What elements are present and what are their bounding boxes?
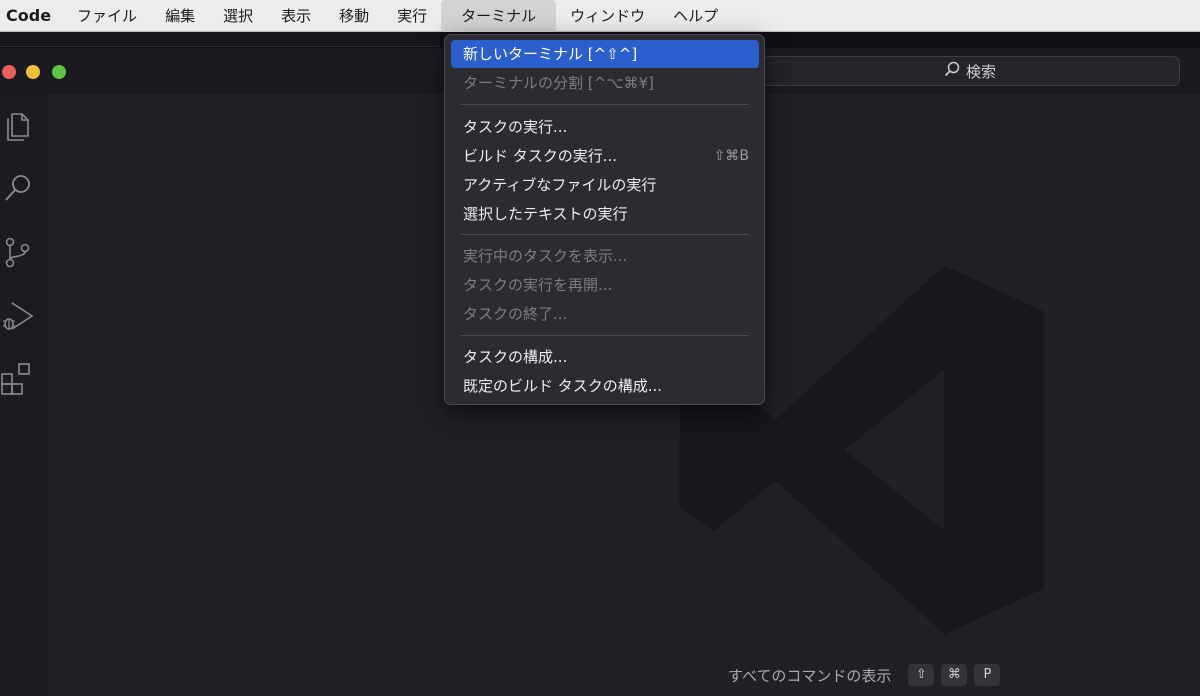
background-window-strip bbox=[0, 32, 440, 47]
window-maximize-button[interactable] bbox=[52, 65, 66, 79]
window-close-button[interactable] bbox=[2, 65, 16, 79]
menu-item-configure-tasks[interactable]: タスクの構成... bbox=[451, 343, 759, 371]
menu-file[interactable]: ファイル bbox=[63, 0, 151, 32]
command-center-label: 検索 bbox=[965, 62, 996, 81]
activity-bar bbox=[0, 94, 49, 696]
menu-separator bbox=[461, 335, 749, 336]
search-icon bbox=[944, 61, 960, 81]
menu-item-label: アクティブなファイルの実行 bbox=[463, 176, 657, 194]
menu-item-label: タスクの実行を再開... bbox=[463, 276, 613, 294]
menu-item-split-terminal: ターミナルの分割 [^⌥⌘¥] bbox=[451, 69, 759, 97]
menu-separator bbox=[461, 234, 749, 235]
menu-edit[interactable]: 編集 bbox=[151, 0, 209, 32]
menu-item-configure-default-build-task[interactable]: 既定のビルド タスクの構成... bbox=[451, 372, 759, 400]
menu-item-shortcut: ⇧⌘B bbox=[713, 148, 749, 164]
window-minimize-button[interactable] bbox=[26, 65, 40, 79]
shift-key-badge: ⇧ bbox=[908, 664, 935, 686]
menu-item-terminate-task: タスクの終了... bbox=[451, 300, 759, 328]
search-icon[interactable] bbox=[0, 170, 36, 206]
menu-item-label: 既定のビルド タスクの構成... bbox=[463, 377, 663, 395]
menu-item-restart-task: タスクの実行を再開... bbox=[451, 271, 759, 299]
menu-separator bbox=[461, 104, 749, 105]
hint-label: すべてのコマンドの表示 bbox=[728, 666, 892, 685]
menu-item-label: 選択したテキストの実行 bbox=[463, 205, 628, 223]
menu-go[interactable]: 移動 bbox=[325, 0, 383, 32]
menu-terminal[interactable]: ターミナル bbox=[441, 0, 557, 32]
menu-item-label: タスクの実行... bbox=[463, 118, 568, 136]
menu-selection[interactable]: 選択 bbox=[209, 0, 267, 32]
menu-item-label: タスクの終了... bbox=[463, 305, 568, 323]
menu-item-label: ターミナルの分割 [^⌥⌘¥] bbox=[463, 74, 654, 92]
command-key-badge: ⌘ bbox=[941, 664, 968, 686]
menu-window[interactable]: ウィンドウ bbox=[556, 0, 659, 32]
menu-item-label: タスクの構成... bbox=[463, 348, 568, 366]
menu-run[interactable]: 実行 bbox=[383, 0, 441, 32]
menu-help[interactable]: ヘルプ bbox=[659, 0, 732, 32]
menu-item-run-task[interactable]: タスクの実行... bbox=[451, 113, 759, 141]
menu-item-label: ビルド タスクの実行... bbox=[463, 147, 618, 165]
run-debug-icon[interactable] bbox=[0, 298, 36, 334]
menu-item-label: 実行中のタスクを表示... bbox=[463, 247, 628, 265]
menu-view[interactable]: 表示 bbox=[267, 0, 325, 32]
menu-item-label: 新しいターミナル [^⇧^] bbox=[463, 45, 638, 63]
terminal-menu-dropdown: 新しいターミナル [^⇧^] ターミナルの分割 [^⌥⌘¥] タスクの実行...… bbox=[444, 34, 765, 405]
p-key-badge: P bbox=[974, 664, 1001, 686]
macos-menu-bar: Code ファイル 編集 選択 表示 移動 実行 ターミナル ウィンドウ ヘルプ bbox=[0, 0, 1200, 32]
explorer-icon[interactable] bbox=[0, 108, 36, 144]
app-menu-code[interactable]: Code bbox=[0, 6, 63, 25]
menu-item-new-terminal[interactable]: 新しいターミナル [^⇧^] bbox=[451, 40, 759, 68]
menu-item-show-running-tasks: 実行中のタスクを表示... bbox=[451, 242, 759, 270]
menu-item-run-selected-text[interactable]: 選択したテキストの実行 bbox=[451, 200, 759, 228]
menu-item-run-build-task[interactable]: ビルド タスクの実行... ⇧⌘B bbox=[451, 142, 759, 170]
show-all-commands-hint: すべてのコマンドの表示 ⇧ ⌘ P bbox=[728, 663, 1001, 687]
command-center-search[interactable]: 検索 bbox=[760, 56, 1180, 86]
source-control-icon[interactable] bbox=[0, 234, 36, 270]
menu-item-run-active-file[interactable]: アクティブなファイルの実行 bbox=[451, 171, 759, 199]
extensions-icon[interactable] bbox=[0, 360, 36, 396]
